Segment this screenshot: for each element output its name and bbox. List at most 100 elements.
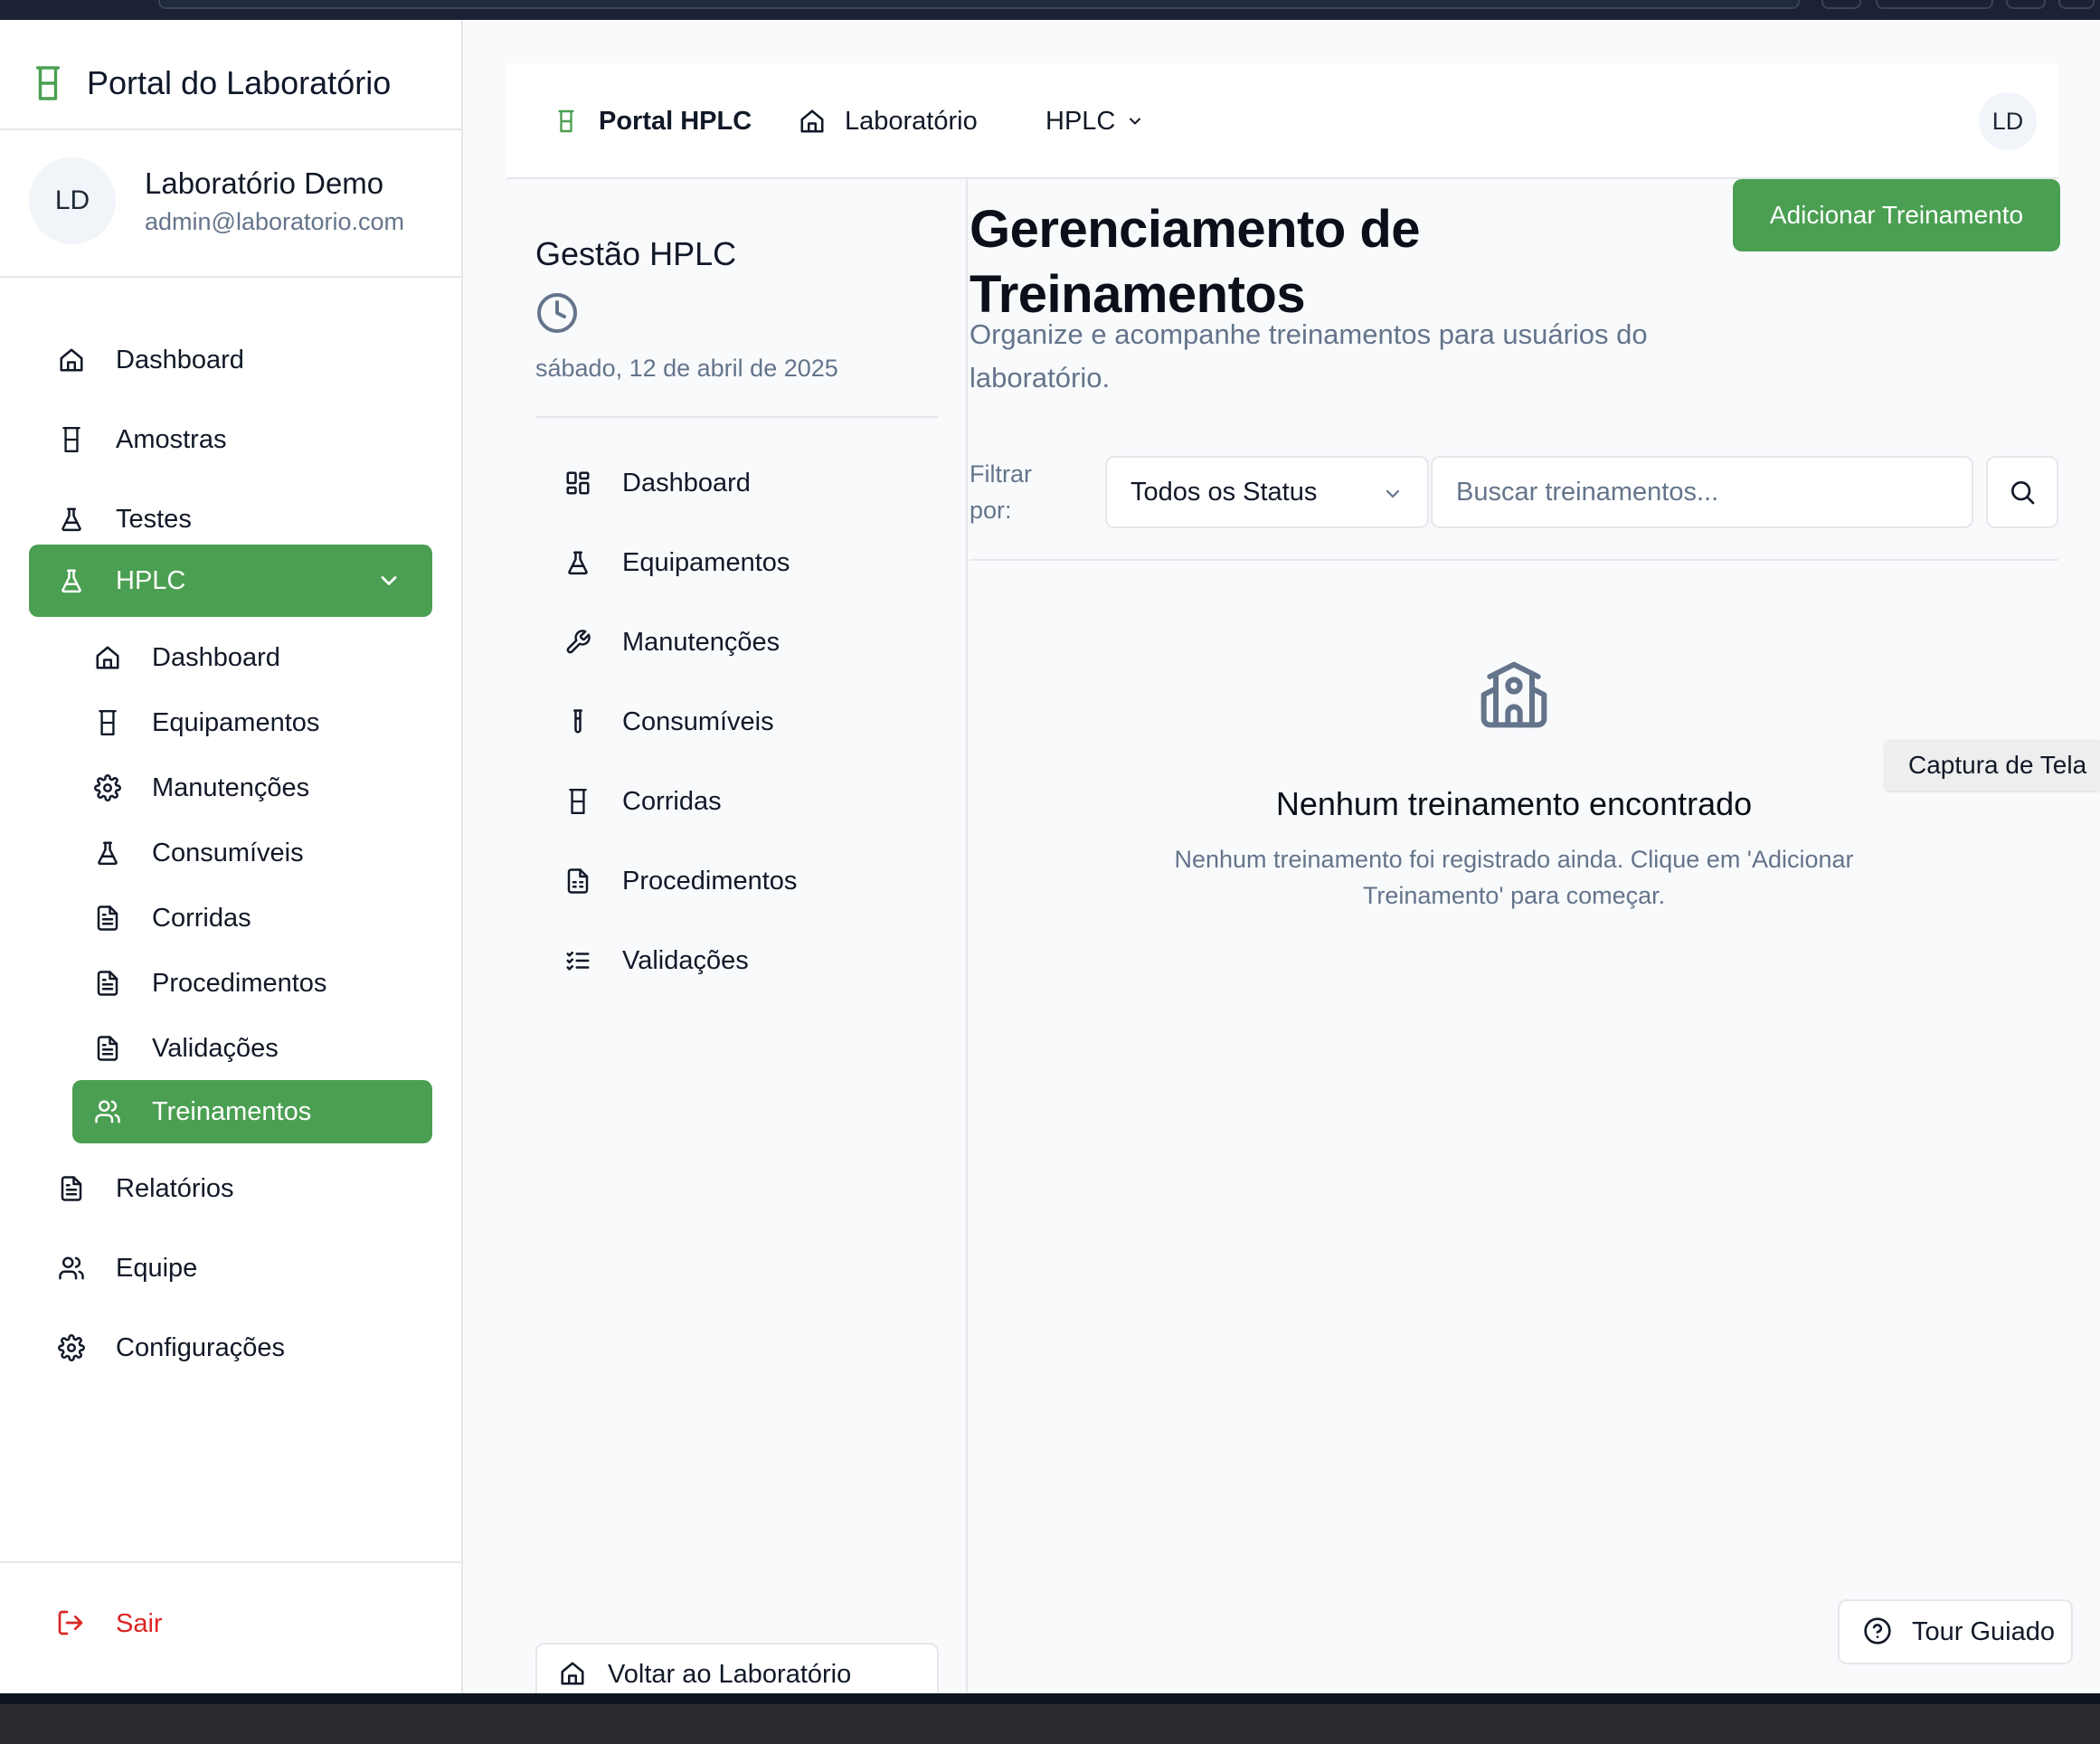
header-brand[interactable]: Portal HPLC: [552, 63, 752, 179]
divider: [970, 559, 2058, 561]
hplc-nav-label: Validações: [622, 945, 749, 975]
divider: [535, 416, 939, 418]
search-input[interactable]: [1431, 456, 1973, 528]
nav-menu-hplc[interactable]: HPLC: [1045, 63, 1144, 179]
divider: [0, 1561, 461, 1563]
hplc-nav-procedimentos[interactable]: Procedimentos: [563, 854, 797, 908]
add-training-button[interactable]: Adicionar Treinamento: [1733, 179, 2060, 251]
header-brand-label: Portal HPLC: [599, 106, 752, 136]
sidebar-subitem-dashboard[interactable]: Dashboard: [72, 626, 432, 689]
sidebar-item-relatorios[interactable]: Relatórios: [29, 1152, 432, 1225]
hplc-nav-consumiveis[interactable]: Consumíveis: [563, 695, 774, 749]
sidebar-item-dashboard[interactable]: Dashboard: [29, 324, 432, 396]
document-icon: [92, 968, 123, 999]
sidebar-subitem-validacoes[interactable]: Validações: [72, 1017, 432, 1080]
hplc-nav-corridas[interactable]: Corridas: [563, 774, 722, 829]
sidebar-subitem-manutencoes[interactable]: Manutenções: [72, 756, 432, 820]
sidebar-subitem-label: Consumíveis: [152, 838, 304, 867]
sidebar-item-label: Dashboard: [116, 345, 244, 374]
sidebar-subitem-corridas[interactable]: Corridas: [72, 886, 432, 950]
status-filter-select[interactable]: Todos os Status: [1105, 456, 1429, 528]
sidebar-subitem-equipamentos[interactable]: Equipamentos: [72, 691, 432, 754]
browser-button[interactable]: [2058, 0, 2095, 9]
grid-icon: [563, 468, 593, 498]
sidebar-item-hplc[interactable]: HPLC: [29, 545, 432, 617]
sidebar-subitem-procedimentos[interactable]: Procedimentos: [72, 952, 432, 1015]
document-icon: [56, 1173, 87, 1204]
page-subtitle: Organize e acompanhe treinamentos para u…: [970, 318, 1648, 393]
hplc-nav-validacoes[interactable]: Validações: [563, 934, 749, 988]
browser-button[interactable]: [2006, 0, 2046, 9]
main-content: Gerenciamento de Treinamentos Organize e…: [970, 179, 2100, 1693]
nav-link-laboratorio[interactable]: Laboratório: [798, 63, 978, 179]
empty-state-description: Nenhum treinamento foi registrado ainda.…: [1174, 846, 1854, 909]
guided-tour-label: Tour Guiado: [1912, 1616, 2055, 1646]
sidebar-item-label: Testes: [116, 504, 192, 534]
divider: [0, 276, 461, 278]
hplc-nav-manutencoes[interactable]: Manutenções: [563, 615, 780, 669]
top-header: Portal HPLC Laboratório HPLC LD: [506, 63, 2058, 179]
logout-button[interactable]: Sair: [56, 1608, 163, 1639]
empty-state-title: Nenhum treinamento encontrado: [1275, 785, 1753, 822]
users-icon: [56, 1253, 87, 1284]
test-tube-icon: [563, 706, 593, 737]
screenshot-tab[interactable]: Captura de Tela: [1885, 740, 2100, 791]
sidebar-brand-title: Portal do Laboratório: [87, 64, 392, 101]
user-profile[interactable]: LD Laboratório Demo admin@laboratorio.co…: [29, 157, 416, 244]
home-icon: [92, 642, 123, 673]
avatar[interactable]: LD: [1979, 92, 2037, 150]
back-to-lab-label: Voltar ao Laboratório: [608, 1659, 852, 1689]
search-icon: [2008, 478, 2037, 507]
beaker-icon: [552, 107, 581, 136]
hplc-sidebar-title: Gestão HPLC: [535, 235, 737, 272]
hplc-nav-dashboard[interactable]: Dashboard: [563, 456, 751, 510]
document-icon: [92, 1033, 123, 1064]
nav-link-label: Laboratório: [845, 106, 978, 136]
browser-toolbar: [0, 0, 2100, 20]
sidebar-item-configuracoes[interactable]: Configurações: [29, 1312, 432, 1384]
beaker-icon: [33, 64, 63, 102]
hplc-nav-label: Consumíveis: [622, 706, 774, 736]
list-checks-icon: [563, 945, 593, 976]
hplc-nav-equipamentos[interactable]: Equipamentos: [563, 536, 790, 590]
guided-tour-button[interactable]: Tour Guiado: [1838, 1599, 2073, 1664]
sidebar-brand[interactable]: Portal do Laboratório: [33, 56, 391, 110]
sidebar-item-label: Amostras: [116, 424, 227, 454]
flask-icon: [92, 838, 123, 868]
sidebar-item-equipe[interactable]: Equipe: [29, 1232, 432, 1304]
sidebar-subitem-treinamentos[interactable]: Treinamentos: [72, 1080, 432, 1143]
user-name: Laboratório Demo: [145, 166, 384, 200]
user-email: admin@laboratorio.com: [145, 207, 405, 235]
search-button[interactable]: [1986, 456, 2058, 528]
sidebar-item-label: HPLC: [116, 565, 186, 595]
sidebar-item-label: Relatórios: [116, 1173, 234, 1203]
flask-icon: [563, 547, 593, 578]
sidebar-subitem-consumiveis[interactable]: Consumíveis: [72, 821, 432, 885]
sidebar-subitem-label: Validações: [152, 1033, 279, 1063]
status-filter-value: Todos os Status: [1130, 477, 1318, 507]
home-icon: [56, 345, 87, 375]
gear-icon: [56, 1332, 87, 1363]
home-icon: [798, 107, 827, 136]
browser-address-bar[interactable]: [158, 0, 1800, 9]
sidebar-subitem-label: Corridas: [152, 903, 251, 933]
gear-icon: [92, 772, 123, 803]
browser-button[interactable]: [1876, 0, 1993, 9]
school-icon: [1478, 659, 1550, 731]
sidebar-item-amostras[interactable]: Amostras: [29, 403, 432, 476]
hplc-nav-label: Manutenções: [622, 627, 780, 657]
back-to-lab-button[interactable]: Voltar ao Laboratório: [535, 1643, 939, 1693]
clock-icon: [535, 291, 579, 335]
divider: [0, 128, 461, 130]
sidebar-item-label: Equipe: [116, 1253, 198, 1283]
sidebar-subitem-label: Manutenções: [152, 772, 310, 802]
help-circle-icon: [1863, 1616, 1894, 1647]
beaker-icon: [563, 786, 593, 817]
chevron-down-icon: [376, 568, 402, 593]
document-icon: [92, 903, 123, 934]
browser-button[interactable]: [1821, 0, 1861, 9]
sidebar-subitem-label: Dashboard: [152, 642, 280, 672]
window-bottom-edge: [0, 1693, 2100, 1704]
users-icon: [92, 1096, 123, 1127]
sidebar-subitem-label: Equipamentos: [152, 707, 320, 737]
